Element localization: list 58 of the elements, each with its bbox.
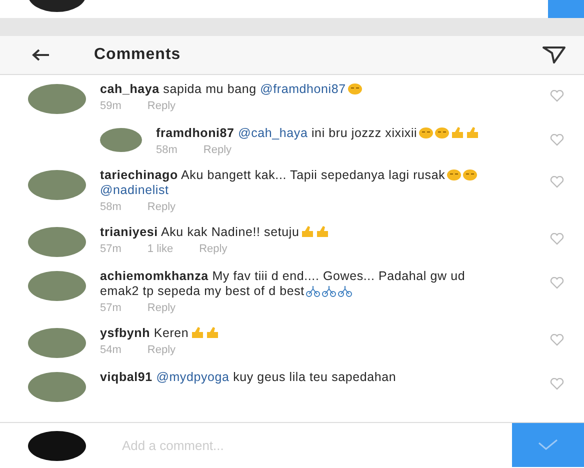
reply-link[interactable]: Reply [203, 144, 232, 156]
mention-link[interactable]: @cah_haya [238, 126, 308, 140]
comment-text: ysfbynh Keren [100, 326, 498, 341]
check-icon [538, 439, 558, 451]
comment-time: 59m [100, 100, 122, 112]
laughing-face-icon [348, 83, 362, 95]
comment-text: achiemomkhanza My fav tiii d end.... Gowes... Padahal gw ud emak2 tp sepeda my best of d best [100, 269, 466, 299]
cyclist-icon [338, 285, 352, 297]
reply-link[interactable]: Reply [147, 344, 176, 356]
header-title: Comments [94, 46, 182, 64]
mention-link[interactable]: @nadinelist [100, 183, 169, 197]
comment-text: tariechinago Aku bangett kak... Tapii sepedanya lagi rusak @nadinelist [100, 168, 498, 198]
hand-icon [316, 226, 330, 238]
avatar[interactable] [28, 372, 86, 402]
button-edge [548, 0, 584, 18]
send-icon[interactable] [542, 46, 566, 64]
cyclist-icon [306, 285, 320, 297]
laughing-face-icon [435, 127, 450, 139]
hand-icon [190, 327, 204, 339]
laughing-face-icon [463, 169, 478, 181]
avatar[interactable] [28, 170, 86, 200]
mention-link[interactable]: @framdhoni87 [260, 82, 346, 96]
heart-icon[interactable] [550, 378, 564, 390]
like-count[interactable]: 1 like [147, 243, 174, 255]
mention-link[interactable]: @mydpyoga [156, 370, 230, 384]
avatar[interactable] [100, 128, 142, 152]
laughing-face-icon [419, 127, 434, 139]
heart-icon[interactable] [550, 277, 564, 289]
comment-time: 58m [156, 144, 178, 156]
heart-icon[interactable] [550, 176, 564, 188]
hand-icon [466, 127, 480, 139]
reply-link[interactable]: Reply [199, 243, 228, 255]
heart-icon[interactable] [550, 134, 564, 146]
hand-icon [301, 226, 314, 238]
heart-icon[interactable] [550, 334, 564, 346]
heart-icon[interactable] [550, 233, 564, 245]
comment-text: framdhoni87 @cah_haya ini bru jozzz xixixii [156, 126, 498, 141]
comment-time: 58m [100, 201, 122, 213]
reply-link[interactable]: Reply [147, 100, 176, 112]
comment-time: 54m [100, 344, 122, 356]
comment-time: 57m [100, 302, 122, 314]
reply-link[interactable]: Reply [147, 201, 176, 213]
hand-icon [451, 127, 464, 139]
avatar [28, 431, 86, 461]
comment-time: 57m [100, 243, 122, 255]
avatar[interactable] [28, 271, 86, 301]
hand-icon [206, 327, 219, 339]
avatar[interactable] [28, 84, 86, 114]
comment-text: viqbal91 @mydpyoga kuy geus lila teu sapedahan [100, 370, 398, 385]
back-arrow-icon[interactable] [32, 49, 50, 61]
laughing-face-icon [447, 169, 462, 181]
avatar[interactable] [28, 328, 86, 358]
heart-icon[interactable] [550, 90, 564, 102]
comment-text: cah_haya sapida mu bang @framdhoni87 [100, 82, 498, 97]
cyclist-icon [322, 285, 336, 297]
reply-link[interactable]: Reply [147, 302, 176, 314]
avatar[interactable] [28, 227, 86, 257]
comment-text: trianiyesi Aku kak Nadine!! setuju [100, 225, 498, 240]
